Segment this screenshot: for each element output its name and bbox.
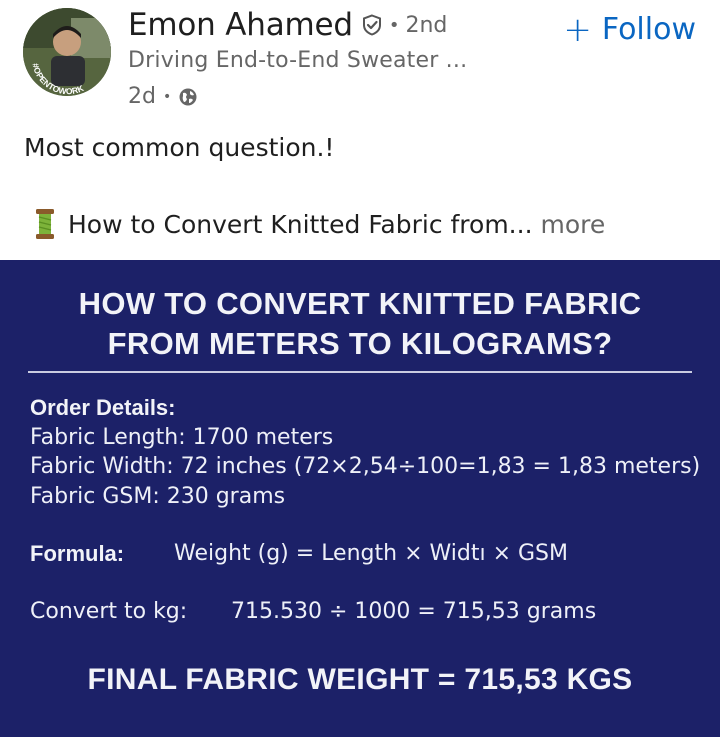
post-time: 2d xyxy=(128,84,156,109)
thread-spool-icon xyxy=(34,208,56,240)
preview-text: How to Convert Knitted Fabric from... xyxy=(68,209,533,239)
post-preview: How to Convert Knitted Fabric from... mo… xyxy=(34,208,605,240)
globe-icon xyxy=(178,87,198,107)
verified-shield-icon xyxy=(361,14,383,36)
author-line: Emon Ahamed • 2nd xyxy=(128,3,447,47)
card-title-line-1: HOW TO CONVERT KNITTED FABRIC xyxy=(78,286,642,321)
author-headline[interactable]: Driving End-to-End Sweater ... xyxy=(128,48,467,73)
post-header: #OPENTOWORK Emon Ahamed • 2nd Driving En… xyxy=(0,0,720,120)
post-text: Most common question.! xyxy=(24,133,335,162)
follow-button[interactable]: + Follow xyxy=(563,12,696,47)
post-meta: 2d • xyxy=(128,84,198,109)
card-title: HOW TO CONVERT KNITTED FABRIC FROM METER… xyxy=(0,284,720,364)
final-weight: FINAL FABRIC WEIGHT = 715,53 KGS xyxy=(87,663,633,696)
separator-dot: • xyxy=(162,88,172,105)
fabric-length: Fabric Length: 1700 meters xyxy=(30,425,334,450)
convert-text: 715.530 ÷ 1000 = 715,53 grams xyxy=(231,599,597,624)
see-more-link[interactable]: more xyxy=(541,210,606,239)
fabric-gsm: Fabric GSM: 230 grams xyxy=(30,484,286,509)
separator-dot: • xyxy=(388,14,400,36)
divider xyxy=(28,371,692,373)
fabric-width: Fabric Width: 72 inches (72×2,54÷100=1,8… xyxy=(30,454,701,479)
follow-label: Follow xyxy=(601,12,696,47)
avatar[interactable]: #OPENTOWORK xyxy=(23,8,111,96)
card-title-line-2: FROM METERS TO KILOGRAMS? xyxy=(107,326,613,361)
convert-label: Convert to kg: xyxy=(30,599,188,624)
avatar-image: #OPENTOWORK xyxy=(23,8,111,96)
author-name[interactable]: Emon Ahamed xyxy=(128,7,353,43)
post-image-card[interactable]: HOW TO CONVERT KNITTED FABRIC FROM METER… xyxy=(0,260,720,737)
formula-label: Formula: xyxy=(30,541,125,566)
connection-degree: 2nd xyxy=(405,12,448,38)
plus-icon: + xyxy=(563,9,592,50)
order-details-heading: Order Details: xyxy=(30,395,176,420)
formula-text: Weight (g) = Length × Widtı × GSM xyxy=(174,541,568,566)
